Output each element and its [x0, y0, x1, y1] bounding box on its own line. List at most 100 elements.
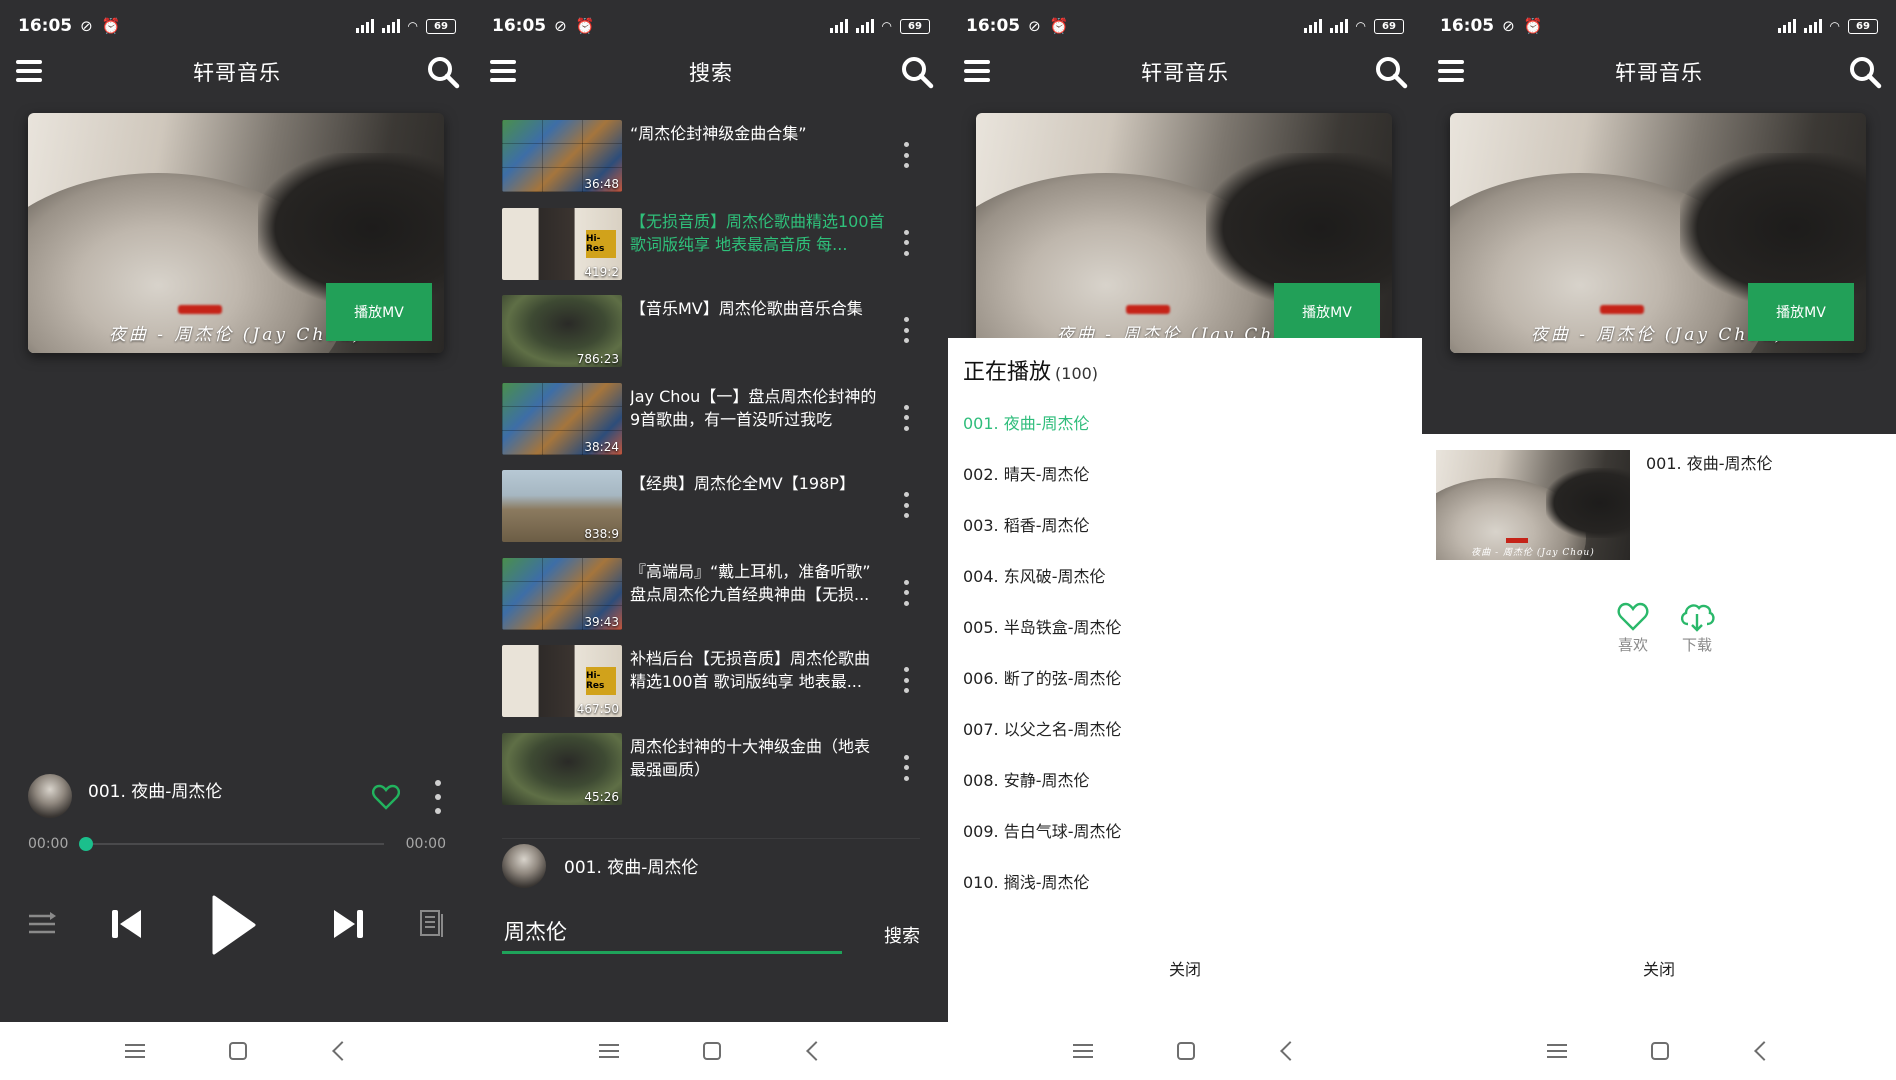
result-thumbnail: Hi-Res 467:50 — [502, 645, 622, 717]
song-avatar — [28, 774, 72, 818]
battery-icon: 69 — [1848, 18, 1878, 34]
tonearm — [258, 153, 444, 303]
red-light — [178, 305, 222, 314]
nav-home-icon[interactable] — [1651, 1042, 1669, 1060]
status-time: 16:05 — [492, 16, 547, 36]
wifi-icon: ◠ — [1829, 19, 1840, 33]
app-bar: 轩哥音乐 — [1422, 52, 1896, 92]
nav-menu-icon[interactable] — [125, 1044, 145, 1058]
detail-cover-caption: 夜曲 - 周杰伦 (Jay Chou) — [1471, 548, 1595, 558]
signal-icon-2 — [855, 19, 874, 33]
track-item[interactable]: 005. 半岛铁盒-周杰伦 — [963, 614, 1407, 665]
more-options-icon[interactable] — [430, 780, 446, 814]
more-options-icon[interactable] — [902, 142, 910, 168]
track-item[interactable]: 001. 夜曲-周杰伦 — [963, 410, 1407, 461]
next-icon[interactable] — [333, 908, 363, 940]
system-nav-bar — [1422, 1022, 1896, 1080]
menu-icon[interactable] — [490, 60, 516, 82]
more-options-icon[interactable] — [902, 492, 910, 518]
track-item[interactable]: 004. 东风破-周杰伦 — [963, 563, 1407, 614]
search-result-item[interactable]: 38:24 Jay Chou【一】盘点周杰伦封神的9首歌曲，有一首没听过我吃 — [474, 375, 948, 463]
track-item[interactable]: 006. 断了的弦-周杰伦 — [963, 665, 1407, 716]
track-item[interactable]: 010. 搁浅-周杰伦 — [963, 869, 1407, 920]
download-button[interactable]: 下载 — [1672, 602, 1722, 655]
search-icon[interactable] — [900, 55, 934, 89]
search-result-item[interactable]: 786:23 【音乐MV】周杰伦歌曲音乐合集 — [474, 287, 948, 375]
now-playing-row[interactable]: 001. 夜曲-周杰伦 — [28, 772, 446, 820]
nav-menu-icon[interactable] — [1073, 1044, 1093, 1058]
nav-back-icon[interactable] — [1754, 1041, 1774, 1061]
play-mv-button[interactable]: 播放MV — [326, 283, 432, 341]
heart-icon — [1617, 602, 1649, 631]
search-result-item[interactable]: 838:9 【经典】周杰伦全MV【198P】 — [474, 462, 948, 550]
nav-back-icon[interactable] — [332, 1041, 352, 1061]
search-result-item[interactable]: Hi-Res 419:2 【无损音质】周杰伦歌曲精选100首 歌词版纯享 地表最高音… — [474, 200, 948, 288]
tonearm — [1680, 153, 1866, 303]
player-screen: 16:05 ⊘ ⏰ ◠ 69 轩哥音乐 夜曲 - 周杰伦 (Jay Chou) … — [0, 0, 474, 1080]
track-item[interactable]: 007. 以父之名-周杰伦 — [963, 716, 1407, 767]
close-button[interactable]: 关闭 — [1422, 956, 1896, 980]
play-mode-icon[interactable] — [28, 912, 56, 936]
result-thumbnail: 39:43 — [502, 557, 622, 630]
more-options-icon[interactable] — [902, 229, 910, 256]
search-result-item[interactable]: 36:48 “周杰伦封神级金曲合集” — [474, 112, 948, 200]
more-options-icon[interactable] — [902, 317, 910, 343]
notification-icons: ⊘ ⏰ — [554, 17, 597, 35]
sheet-count: (100) — [1055, 364, 1099, 383]
search-input[interactable] — [502, 910, 842, 954]
like-button[interactable]: 喜欢 — [1608, 602, 1658, 655]
result-thumbnail: 36:48 — [502, 120, 622, 192]
search-icon[interactable] — [426, 55, 460, 89]
seek-knob[interactable] — [79, 837, 93, 851]
like-label: 喜欢 — [1617, 636, 1648, 654]
nav-back-icon[interactable] — [806, 1041, 826, 1061]
nav-menu-icon[interactable] — [599, 1044, 619, 1058]
result-thumbnail: Hi-Res 419:2 — [502, 207, 622, 280]
search-result-item[interactable]: 39:43 『高端局』“戴上耳机，准备听歌” 盘点周杰伦九首经典神曲【无损... — [474, 550, 948, 638]
playlist-icon[interactable] — [420, 910, 446, 938]
search-result-item[interactable]: 45:26 周杰伦封神的十大神级金曲（地表最强画质） — [474, 725, 948, 813]
wifi-icon: ◠ — [407, 19, 418, 33]
search-button[interactable]: 搜索 — [884, 922, 920, 948]
player-controls — [28, 890, 446, 960]
track-item[interactable]: 009. 告白气球-周杰伦 — [963, 818, 1407, 869]
heart-icon[interactable] — [372, 784, 400, 810]
album-cover: 夜曲 - 周杰伦 (Jay Chou) 播放MV — [1450, 113, 1866, 353]
cloud-download-icon — [1680, 604, 1715, 632]
menu-icon[interactable] — [1438, 60, 1464, 82]
more-options-icon[interactable] — [902, 667, 910, 693]
nav-back-icon[interactable] — [1280, 1041, 1300, 1061]
now-playing-row[interactable]: 001. 夜曲-周杰伦 — [502, 838, 920, 888]
track-item[interactable]: 002. 晴天-周杰伦 — [963, 461, 1407, 512]
seek-bar[interactable]: 00:00 00:00 — [28, 832, 446, 856]
app-bar: 轩哥音乐 — [948, 52, 1422, 92]
more-options-icon[interactable] — [902, 754, 910, 781]
track-item[interactable]: 008. 安静-周杰伦 — [963, 767, 1407, 818]
menu-icon[interactable] — [964, 60, 990, 82]
play-icon[interactable] — [212, 895, 256, 955]
play-mv-button[interactable]: 播放MV — [1748, 283, 1854, 341]
previous-icon[interactable] — [112, 908, 142, 940]
search-icon[interactable] — [1848, 55, 1882, 89]
result-title: 补档后台【无损音质】周杰伦歌曲精选100首 歌词版纯享 地表最... — [630, 649, 871, 691]
close-button[interactable]: 关闭 — [948, 956, 1422, 980]
menu-icon[interactable] — [16, 60, 42, 82]
nav-home-icon[interactable] — [1177, 1042, 1195, 1060]
seek-track[interactable] — [88, 843, 384, 845]
battery-icon: 69 — [426, 18, 456, 34]
more-options-icon[interactable] — [902, 579, 910, 606]
track-item[interactable]: 003. 稻香-周杰伦 — [963, 512, 1407, 563]
status-right: ◠ 69 — [355, 18, 456, 34]
search-icon[interactable] — [1374, 55, 1408, 89]
song-avatar — [502, 843, 546, 888]
search-result-item[interactable]: Hi-Res 467:50 补档后台【无损音质】周杰伦歌曲精选100首 歌词版纯享 … — [474, 637, 948, 725]
nav-home-icon[interactable] — [229, 1042, 247, 1060]
system-nav-bar — [0, 1022, 474, 1080]
result-title: 『高端局』“戴上耳机，准备听歌” 盘点周杰伦九首经典神曲【无损... — [630, 561, 871, 604]
nav-menu-icon[interactable] — [1547, 1044, 1567, 1058]
nav-home-icon[interactable] — [703, 1042, 721, 1060]
more-options-icon[interactable] — [902, 404, 910, 431]
result-title: “周杰伦封神级金曲合集” — [630, 124, 807, 143]
now-playing-sheet: 正在播放 (100) 001. 夜曲-周杰伦 002. 晴天-周杰伦 003. 稻香-… — [948, 338, 1422, 1022]
play-mv-button[interactable]: 播放MV — [1274, 283, 1380, 341]
